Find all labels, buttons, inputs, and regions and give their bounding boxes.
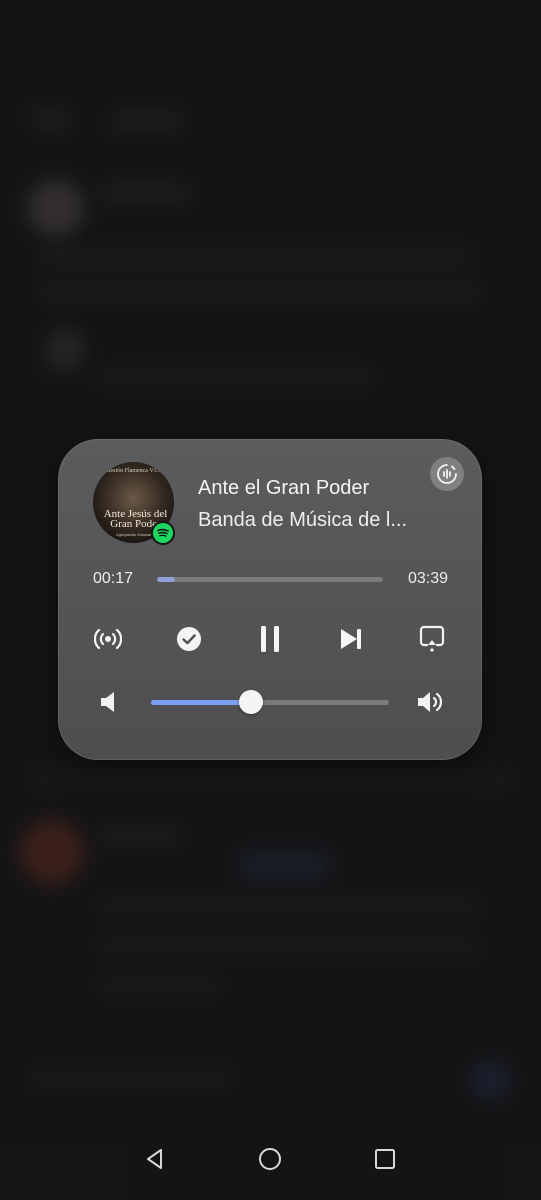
sound-wave-icon — [437, 464, 457, 484]
home-circle-icon — [259, 1148, 281, 1170]
volume-level — [151, 700, 251, 705]
media-player-card: Sesión Flamenca V.C. Ante Jesús del Gran… — [58, 439, 482, 760]
track-duration: 03:39 — [407, 570, 448, 587]
back-button[interactable] — [138, 1142, 172, 1176]
pause-button[interactable] — [253, 622, 287, 656]
broadcast-icon — [94, 628, 122, 650]
album-art-top-text: Sesión Flamenca V.C. — [107, 468, 160, 474]
volume-low-icon[interactable] — [93, 687, 123, 717]
elapsed-time: 00:17 — [93, 570, 134, 587]
track-title: Ante el Gran Poder — [198, 477, 370, 499]
volume-slider[interactable] — [151, 690, 389, 714]
spotify-icon — [153, 523, 173, 543]
back-triangle-icon — [147, 1149, 162, 1169]
output-device-button[interactable] — [415, 622, 449, 656]
seek-bar[interactable] — [157, 577, 383, 582]
volume-high-icon[interactable] — [416, 687, 446, 717]
track-artist: Banda de Música de l... — [198, 509, 408, 531]
recents-button[interactable] — [368, 1142, 402, 1176]
check-circle-icon — [177, 627, 201, 651]
liked-button[interactable] — [172, 622, 206, 656]
recents-square-icon — [375, 1149, 395, 1169]
next-button[interactable] — [334, 622, 368, 656]
cast-output-icon — [419, 625, 445, 652]
volume-thumb[interactable] — [238, 690, 263, 714]
seek-progress — [157, 577, 176, 582]
pause-icon — [261, 626, 279, 652]
sound-output-button[interactable] — [430, 457, 464, 491]
home-button[interactable] — [253, 1142, 287, 1176]
skip-next-icon — [341, 629, 361, 649]
broadcast-button[interactable] — [91, 622, 125, 656]
system-navigation-bar — [0, 1120, 541, 1200]
